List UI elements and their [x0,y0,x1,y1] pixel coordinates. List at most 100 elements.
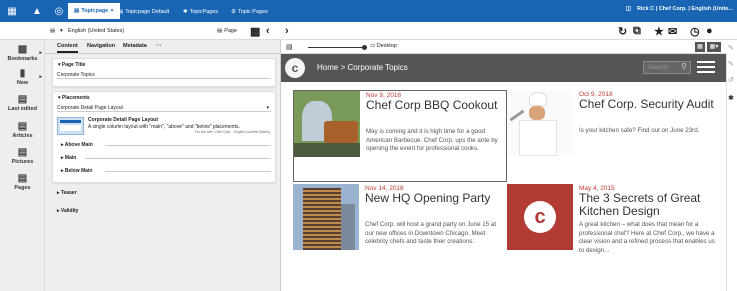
target-icon[interactable]: ◎ [52,4,66,18]
teaser-grid: Nov 9, 2018 Chef Corp BBQ Cookout May is… [281,82,726,291]
caret-right-icon: ▸ [57,190,60,196]
external-preview-icon[interactable]: ⧉ [633,25,641,37]
section-main[interactable]: ▸ Main [61,155,76,161]
caret-right-icon: ▸ [61,155,64,161]
tab-topic-pages[interactable]: ⚙ Topic Pages [231,7,268,17]
caret-right-icon: ▸ [61,142,64,148]
divider-line [105,145,271,146]
mail-icon[interactable]: ✉ [668,25,677,38]
right-tool-strip: ✎ ✎ ↺ ✱ [727,40,737,291]
tab-content[interactable]: Content [57,43,78,53]
teaser-text: A great kitchen – what does that mean fo… [579,221,715,254]
layout-name: Corporate Detail Page Layout [88,117,159,123]
collapse-left-icon[interactable]: ‹ [266,25,270,37]
tab-more[interactable]: ··· [156,43,162,49]
doc-type-label: ▤ Page [217,28,238,34]
device-slider[interactable] [308,47,364,48]
settings-icon[interactable]: ✱ [728,94,734,102]
teaser-title[interactable]: The 3 Secrets of Great Kitchen Design [579,192,719,218]
device-label: ▭ Desktop [370,43,397,49]
teaser-title[interactable]: New HQ Opening Party [365,192,505,205]
placements-card: ▾ Placements Corporate Detail Page Layou… [52,91,276,183]
search-icon[interactable]: ⚲ [681,62,687,71]
chef-image [507,90,573,156]
site-logo-icon[interactable]: c [285,58,305,78]
grid-menu-icon[interactable]: ▦ [5,4,19,18]
studio-logo-icon: ▲ [32,5,42,17]
nav-last-edited[interactable]: ▤ Last edited [0,94,45,112]
caret-right-icon: ▸ [61,168,64,174]
breadcrumb[interactable]: Home > Corporate Topics [317,63,408,72]
pages-icon: ▤ [17,173,28,184]
locale-label: English (United States) [68,28,125,34]
chevron-right-icon: ▸ [39,74,42,80]
caret-down-icon: ▾ [58,62,61,68]
bbq-image [294,91,360,157]
preview-pane: ▤ ▭ Desktop ▦ ▦▾ c Home > Corporate Topi… [281,40,737,291]
chevron-down-icon[interactable]: ▾ [60,25,63,37]
teaser-kitchen-design[interactable]: c May 4, 2015 The 3 Secrets of Great Kit… [507,184,722,284]
nav-bookmarks[interactable]: ▩ Bookmarks ▸ [0,44,45,62]
section-below-main[interactable]: ▸ Below Main [61,168,92,174]
nav-new[interactable]: ▮ New ▸ [0,68,45,86]
history-icon[interactable]: ↺ [728,76,734,84]
edit-icon[interactable]: ✎ [728,44,734,52]
chevron-down-icon: ▾ [266,105,269,111]
tab-metadata[interactable]: Metadata [123,43,147,49]
close-icon[interactable]: × [110,8,113,14]
page-title-field[interactable]: Corporate Topics [57,70,271,79]
monitor-icon: ▭ [370,43,376,49]
studio-app: ▦ ▲ ◎ ▤ Topicpage × ▤ Topicpage Default … [0,0,737,291]
refresh-icon[interactable]: ↻ [618,25,627,38]
chef-corp-logo-icon: c [524,201,556,233]
tab-navigation[interactable]: Navigation [87,43,115,49]
favorite-icon[interactable]: ★ [654,25,664,38]
user-icon[interactable]: ● [706,25,713,37]
brand-image: c [507,184,573,250]
teaser-security-audit[interactable]: Oct 9, 2018 Chef Corp. Security Audit Is… [507,90,722,182]
nav-articles[interactable]: ▤ Articles [0,121,45,139]
preview-mode-icon[interactable]: ▦ [695,42,705,52]
picture-icon: ▤ [17,147,28,158]
section-above-main[interactable]: ▸ Above Main [61,142,93,148]
layout-toggle-icon[interactable]: ▤ [286,43,293,51]
layout-select[interactable]: Corporate Detail Page Layout ▾ [57,103,271,112]
article-icon: ▤ [17,121,28,132]
preview-options-icon[interactable]: ▦▾ [707,42,721,52]
section-teaser[interactable]: ▸ Teaser [57,190,77,196]
gear-icon: ⚙ [231,9,236,15]
user-info[interactable]: ◫ Rick C | Chef Corp. | English (Unite..… [626,6,733,12]
layout-site: For the site: Chef Corp. - English (Unit… [194,130,270,134]
time-icon[interactable]: ◷ [690,25,700,38]
expand-right-icon[interactable]: › [285,25,289,37]
divider-line [85,158,271,159]
comment-icon[interactable]: ▩ [250,25,260,38]
teaser-text: Is your kitchen safe? Find out on June 2… [579,127,700,134]
placements-header[interactable]: ▾ Placements [58,95,90,101]
toolbar: ▤ ▾ English (United States) ▤ Page ▩ ‹ ›… [0,22,737,40]
page-title-header[interactable]: ▾ Page Title [58,62,85,68]
teaser-title[interactable]: Chef Corp BBQ Cookout [366,99,506,112]
star-icon: ✱ [183,9,188,15]
topic-icon: ▤ [118,9,124,15]
caret-right-icon: ▸ [57,208,60,214]
left-nav: ▩ Bookmarks ▸ ▮ New ▸ ▤ Last edited ▤ Ar… [0,40,45,291]
nav-pages[interactable]: ▤ Pages [0,173,45,191]
tab-topicpages[interactable]: ✱ TopicPages [183,7,218,17]
chevron-right-icon: ▸ [39,50,42,56]
search-box[interactable]: Search ⚲ [643,61,691,74]
layout-toggle-icon[interactable]: ▤ [50,25,55,37]
teaser-title[interactable]: Chef Corp. Security Audit [579,98,719,111]
page-icon: ▤ [217,28,223,34]
tab-topicpage[interactable]: ▤ Topicpage × [68,3,120,19]
teaser-bbq[interactable]: Nov 9, 2018 Chef Corp BBQ Cookout May is… [293,90,507,182]
form-tabs: Content Navigation Metadata ··· [45,40,280,54]
nav-pictures[interactable]: ▤ Pictures [0,147,45,165]
teaser-hq-opening[interactable]: Nov 14, 2018 New HQ Opening Party Chef C… [293,184,507,284]
section-validity[interactable]: ▸ Validity [57,208,78,214]
pencil-icon[interactable]: ✎ [728,60,734,68]
hamburger-menu-icon[interactable] [697,60,715,74]
tab-topicpage-default[interactable]: ▤ Topicpage Default [118,7,169,17]
slider-handle[interactable] [362,45,367,50]
document-icon: ▤ [17,94,28,105]
